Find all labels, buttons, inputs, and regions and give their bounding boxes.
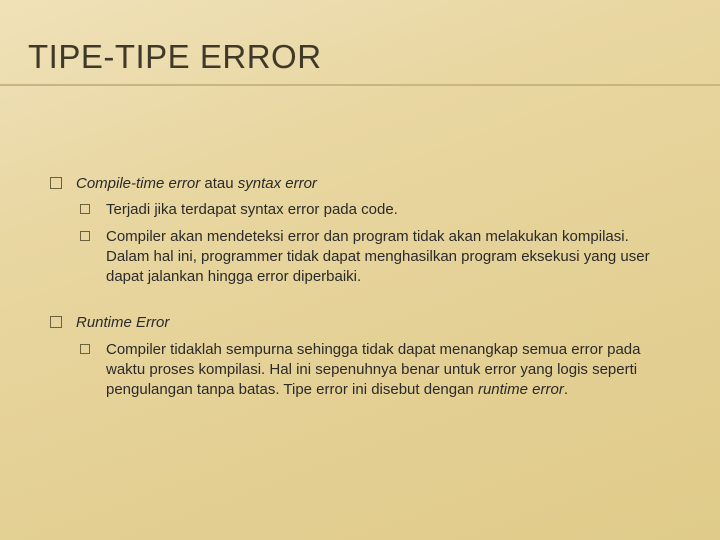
heading-part-italic: Compile-time error [76,175,200,192]
slide-title: TIPE-TIPE ERROR [28,38,720,76]
section-heading: Runtime Error [76,313,674,333]
bullet-list-level1: Compile-time error atau syntax error Ter… [46,174,674,400]
list-item: Runtime Error Compiler tidaklah sempurna… [46,313,674,400]
bullet-list-level2: Terjadi jika terdapat syntax error pada … [76,200,674,287]
bullet-text-post: . [564,381,568,398]
heading-part-plain: atau [200,175,238,192]
list-item: Compiler tidaklah sempurna sehingga tida… [76,340,674,401]
list-item: Compile-time error atau syntax error Ter… [46,174,674,287]
section-heading: Compile-time error atau syntax error [76,174,674,194]
list-item: Compiler akan mendeteksi error dan progr… [76,227,674,288]
heading-part-italic: Runtime Error [76,314,169,331]
list-item: Terjadi jika terdapat syntax error pada … [76,200,674,220]
bullet-text-italic: runtime error [478,381,564,398]
title-area: TIPE-TIPE ERROR [0,0,720,82]
slide-body: Compile-time error atau syntax error Ter… [0,86,720,400]
bullet-text: Compiler akan mendeteksi error dan progr… [106,228,650,286]
slide: TIPE-TIPE ERROR Compile-time error atau … [0,0,720,540]
bullet-text: Terjadi jika terdapat syntax error pada … [106,201,398,218]
heading-part-italic: syntax error [238,175,317,192]
bullet-list-level2: Compiler tidaklah sempurna sehingga tida… [76,340,674,401]
